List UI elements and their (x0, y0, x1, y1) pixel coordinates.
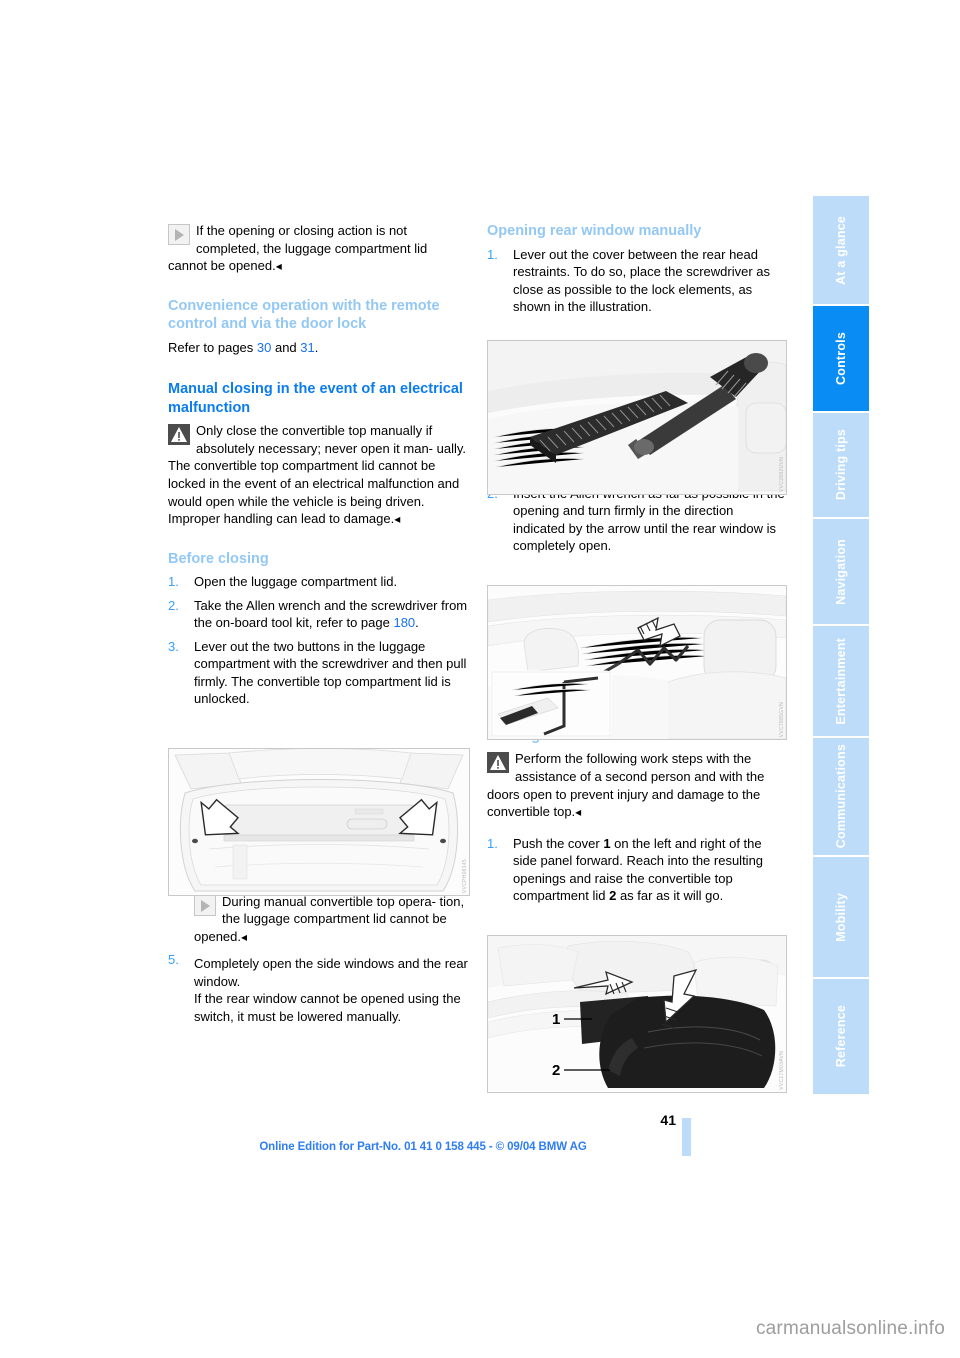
warning-closing-assistance: Perform the following work steps with th… (487, 750, 787, 820)
callout-ref-1: 1 (603, 835, 611, 851)
step-number: 3. (168, 638, 179, 654)
manual-page: At a glance Controls Driving tips Naviga… (0, 0, 960, 1358)
warning-triangle-icon (487, 752, 509, 774)
tab-controls[interactable]: Controls (813, 306, 869, 411)
step-text-seg1: Push the cover (513, 835, 604, 851)
note-triangle-icon (168, 224, 190, 245)
note-triangle-icon (194, 894, 216, 916)
warning-text-line1: Perform the following work steps with th… (515, 751, 752, 767)
svg-text:2: 2 (552, 1062, 560, 1079)
note-luggage-lid: If the opening or closing action is not … (168, 222, 468, 275)
step-item: 2. Take the Allen wrench and the screwdr… (168, 597, 468, 632)
warning-text-line2: assistance of a second person and with (515, 769, 743, 785)
tab-label: At a glance (833, 215, 848, 285)
note-text-line1: If the opening or closing action is not (196, 223, 408, 238)
image-credit: VVC2882UVN (779, 457, 785, 492)
heading-opening-rear-window: Opening rear window manually (487, 223, 702, 239)
tab-label: Reference (833, 1005, 848, 1068)
image-credit: VVC17M03AVN (779, 1051, 785, 1090)
luggage-compartment-illustration: VVCPH08145 (168, 748, 470, 896)
tab-reference[interactable]: Reference (813, 979, 869, 1094)
step-item: 2. Insert the Allen wrench as far as pos… (487, 485, 787, 555)
tab-driving-tips[interactable]: Driving tips (813, 413, 869, 517)
step-number: 1. (168, 574, 179, 590)
heading-convenience-operation: Convenience operation with the remote co… (168, 297, 440, 333)
svg-text:1: 1 (552, 1011, 560, 1028)
tab-label: Controls (833, 332, 848, 385)
end-mark: ◂ (575, 805, 582, 820)
tab-label: Navigation (833, 538, 848, 605)
step-text: Lever out the cover between the rear hea… (513, 246, 770, 315)
tab-communications[interactable]: Communications (813, 738, 869, 855)
tab-label: Communications (833, 744, 848, 849)
refer-prefix: Refer to pages (168, 339, 257, 355)
page-tab-marker (682, 1118, 691, 1156)
step-item: 5. Completely open the side windows and … (168, 951, 468, 1025)
step-text: Lever out the two buttons in the luggage… (194, 638, 467, 707)
warning-text-line2: absolutely necessary; never open it man- (196, 440, 434, 456)
step-number: 1. (487, 246, 498, 262)
tab-at-a-glance[interactable]: At a glance (813, 196, 869, 304)
allen-wrench-rear-window-illustration: VVC7885GVN (487, 585, 787, 740)
image-credit: VVCPH08145 (462, 858, 468, 893)
note-text-line2: completed, the luggage compartment lid (196, 240, 428, 256)
step-text: Insert the Allen wrench as far as possib… (513, 486, 785, 554)
tab-entertainment[interactable]: Entertainment (813, 626, 869, 736)
step-text-pre: Take the Allen wrench and the screwdrive… (194, 597, 468, 631)
step-text: Completely open the side windows and the… (194, 956, 468, 1024)
tab-label: Mobility (833, 892, 848, 942)
note-manual-top-operation: During manual convertible top opera- tio… (168, 893, 468, 946)
refer-to-pages-line: Refer to pages 30 and 31. (168, 339, 468, 357)
image-credit: VVC7885GVN (779, 701, 785, 737)
page-link-31[interactable]: 31 (300, 340, 314, 355)
closing-step-list: 1. Push the cover 1 on the left and right… (487, 835, 787, 905)
warning-manual-close: Only close the convertible top manually … (168, 422, 468, 527)
step-number: 5. (168, 952, 179, 968)
page-link-180[interactable]: 180 (393, 615, 415, 630)
rear-headrest-cover-illustration: VVC2882UVN (487, 340, 787, 495)
step-item: 1. Push the cover 1 on the left and right… (487, 835, 787, 905)
tab-navigation[interactable]: Navigation (813, 519, 869, 624)
warning-text-line1: Only close the convertible top manually … (196, 423, 433, 439)
refer-suffix: . (314, 339, 319, 355)
before-closing-step-list: 1. Open the luggage compartment lid. 2. … (168, 573, 468, 708)
step-item: 1. Lever out the cover between the rear … (487, 246, 787, 316)
end-mark: ◂ (394, 512, 401, 527)
page-number: 41 (660, 1112, 676, 1128)
step-number: 1. (487, 835, 498, 851)
tab-label: Driving tips (833, 429, 848, 501)
end-mark: ◂ (241, 929, 248, 944)
step-text-post: . (415, 615, 419, 631)
footer-copyright: Online Edition for Part-No. 01 41 0 158 … (259, 1141, 587, 1153)
convertible-top-compartment-illustration: 1 2 VVC17M03AVN (487, 935, 787, 1093)
step-item: 1. Open the luggage compartment lid. (168, 573, 468, 591)
step-number: 2. (168, 597, 179, 613)
opening-rear-window-step-list-continued: 2. Insert the Allen wrench as far as pos… (487, 485, 787, 555)
tab-label: Entertainment (833, 637, 848, 725)
tab-mobility[interactable]: Mobility (813, 857, 869, 977)
heading-manual-closing: Manual closing in the event of an electr… (168, 381, 463, 416)
end-mark: ◂ (275, 259, 282, 274)
page-link-30[interactable]: 30 (257, 340, 271, 355)
site-watermark: carmanualsonline.info (755, 1318, 945, 1339)
step-text: Open the luggage compartment lid. (194, 574, 398, 590)
right-text-column: Opening rear window manually 1. Lever ou… (487, 222, 787, 911)
heading-before-closing: Before closing (168, 550, 269, 567)
warning-text-last: Improper handling can lead to damage. (168, 511, 395, 527)
step-text-seg3: as far as it will go. (616, 888, 724, 904)
step-item: 3. Lever out the two buttons in the lugg… (168, 638, 468, 708)
warning-triangle-icon (168, 424, 190, 446)
opening-rear-window-step-list: 1. Lever out the cover between the rear … (487, 246, 787, 316)
refer-join: and (271, 339, 301, 355)
left-text-column: If the opening or closing action is not … (168, 222, 468, 1031)
section-tab-rail: At a glance Controls Driving tips Naviga… (813, 196, 869, 1096)
note-text-line3: cannot be opened. (168, 258, 276, 274)
